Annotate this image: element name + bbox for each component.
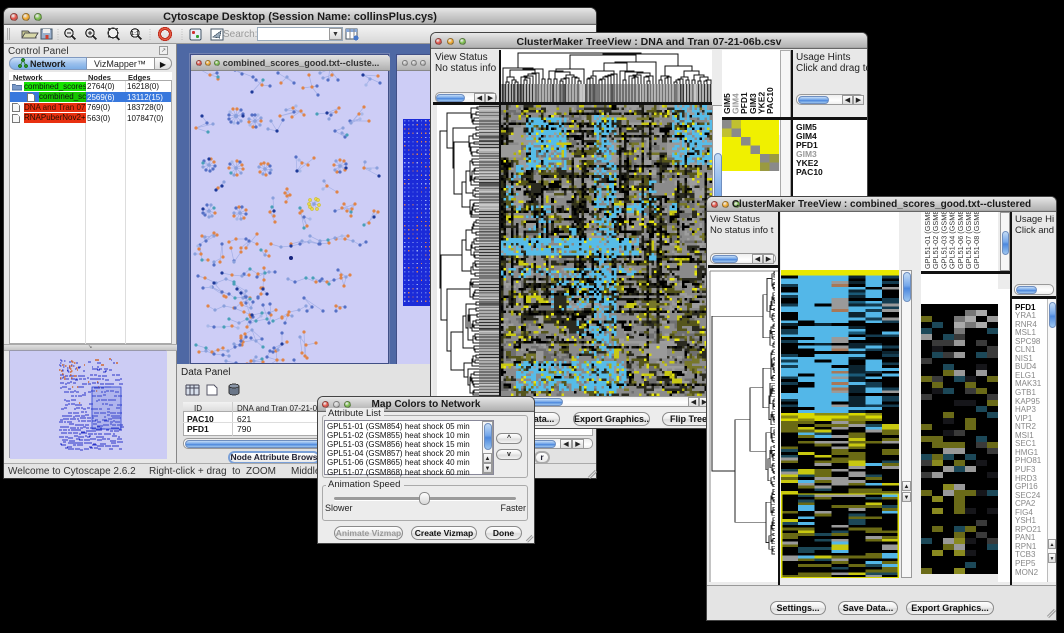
svg-text:GPL51-08 (GSM872): GPL51-08 (GSM872) — [972, 212, 981, 269]
svg-text:1:1: 1:1 — [131, 31, 139, 37]
svg-text:PAC10: PAC10 — [765, 87, 775, 114]
